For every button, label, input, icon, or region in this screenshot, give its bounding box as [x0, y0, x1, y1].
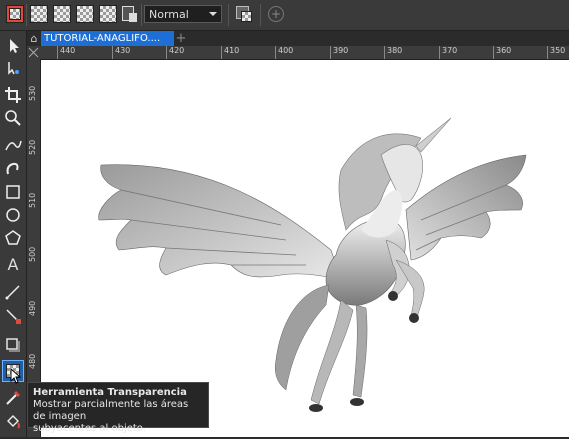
ruler-label: 500: [28, 246, 37, 262]
add-icon[interactable]: +: [268, 6, 284, 22]
vertical-ruler[interactable]: 530 520 510 500 490 480 470: [27, 59, 41, 437]
ruler-label: 480: [28, 353, 37, 369]
home-icon[interactable]: ⌂: [27, 31, 41, 46]
ruler-label: 350: [546, 46, 566, 59]
shape-tool-icon[interactable]: [3, 58, 23, 78]
tooltip-title: Herramienta Transparencia: [33, 387, 187, 398]
drawing-canvas[interactable]: [41, 60, 569, 437]
eyedropper-tool-icon[interactable]: [3, 388, 23, 408]
transparency-sub-icon-1[interactable]: [30, 5, 48, 23]
ruler-label: 390: [329, 46, 349, 59]
dimension-tool-icon[interactable]: [3, 282, 23, 302]
ruler-label: 490: [28, 300, 37, 316]
transparency-sub-icon-4[interactable]: [99, 5, 117, 23]
ruler-origin[interactable]: [27, 46, 41, 60]
ruler-label: 370: [438, 46, 458, 59]
blend-mode-select[interactable]: Normal: [144, 5, 222, 23]
tooltip-line-2: subyacentes al objeto.: [33, 423, 146, 434]
ruler-label: 380: [383, 46, 403, 59]
blend-mode-value: Normal: [149, 8, 189, 21]
fill-tool-icon[interactable]: [3, 412, 23, 432]
property-bar: Normal +: [0, 0, 569, 31]
transparency-type-icon[interactable]: [6, 5, 24, 23]
tooltip-line-1: Mostrar parcialmente las áreas de imagen: [33, 399, 189, 422]
ruler-label: 430: [111, 46, 131, 59]
zoom-tool-icon[interactable]: [3, 108, 23, 128]
chevron-down-icon: [209, 12, 217, 16]
connector-tool-icon[interactable]: [3, 306, 23, 326]
ruler-label: 520: [28, 139, 37, 155]
ruler-label: 440: [56, 46, 76, 59]
ruler-label: 360: [492, 46, 512, 59]
ruler-label: 530: [28, 85, 37, 101]
artistic-media-tool-icon[interactable]: [3, 158, 23, 178]
drop-shadow-tool-icon[interactable]: [3, 335, 23, 355]
transparency-sub-icon-3[interactable]: [76, 5, 94, 23]
pick-tool-icon[interactable]: [3, 36, 23, 56]
ruler-label: 400: [274, 46, 294, 59]
freehand-tool-icon[interactable]: [3, 135, 23, 155]
copy-transparency-icon[interactable]: [235, 5, 253, 23]
mouse-cursor-icon: [10, 367, 22, 384]
new-tab-icon[interactable]: +: [174, 31, 188, 46]
crop-tool-icon[interactable]: [3, 85, 23, 105]
polygon-tool-icon[interactable]: [3, 228, 23, 248]
ruler-label: 510: [28, 192, 37, 208]
tab-document[interactable]: TUTORIAL-ANAGLIFO....: [41, 31, 174, 46]
ellipse-tool-icon[interactable]: [3, 205, 23, 225]
text-tool-icon[interactable]: A: [3, 255, 23, 275]
unicorn-pegasus-image[interactable]: [41, 60, 569, 437]
document-tab-bar: ⌂ TUTORIAL-ANAGLIFO.... +: [27, 31, 569, 46]
ruler-label: 420: [165, 46, 185, 59]
transparency-sub-icon-5[interactable]: [121, 5, 139, 23]
tool-tooltip: Herramienta Transparencia Mostrar parcia…: [27, 382, 209, 434]
transparency-sub-icon-2[interactable]: [53, 5, 71, 23]
horizontal-ruler[interactable]: 440 430 420 410 400 390 380 370 360 350: [40, 46, 569, 60]
ruler-label: 410: [220, 46, 240, 59]
rectangle-tool-icon[interactable]: [3, 182, 23, 202]
